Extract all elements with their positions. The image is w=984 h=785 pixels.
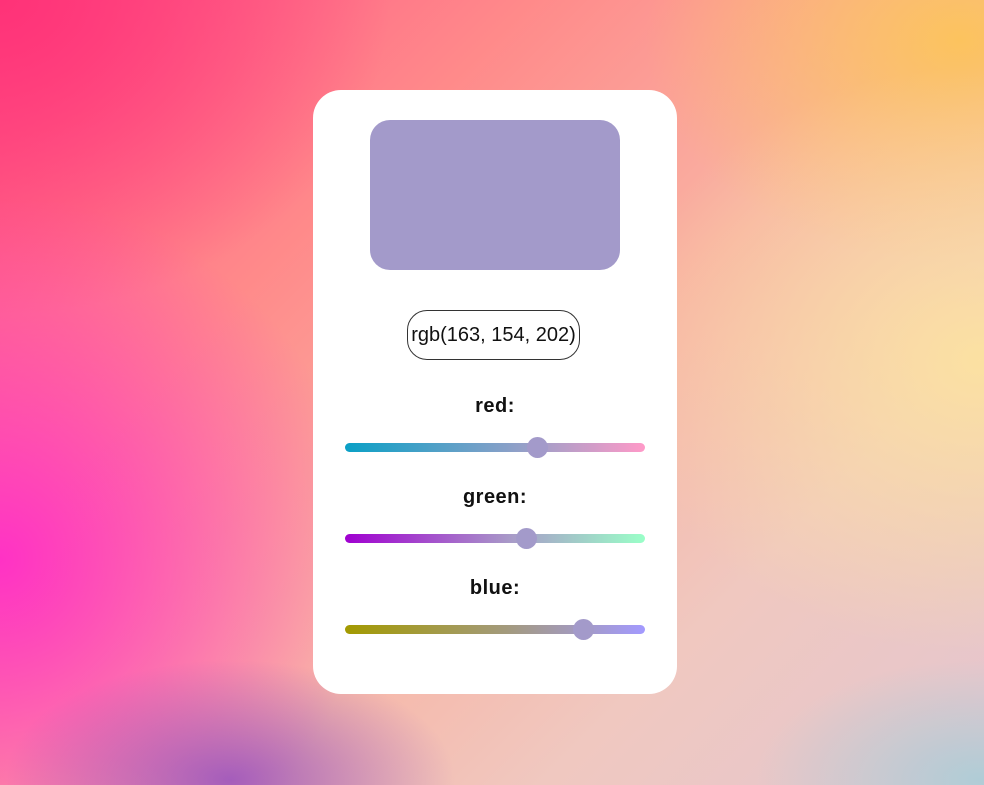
rgb-value-display: rgb(163, 154, 202) xyxy=(407,310,580,360)
red-label: red: xyxy=(475,395,515,417)
color-picker-card: rgb(163, 154, 202) red: green: blue: xyxy=(313,90,677,694)
color-preview-swatch xyxy=(370,120,620,270)
rgb-value-text: rgb(163, 154, 202) xyxy=(411,323,576,346)
blue-slider-track[interactable] xyxy=(345,625,645,634)
green-label: green: xyxy=(462,486,528,508)
blue-slider-thumb[interactable] xyxy=(572,619,594,640)
green-slider-track[interactable] xyxy=(345,534,645,543)
green-slider[interactable] xyxy=(345,528,645,549)
blue-label: blue: xyxy=(469,577,521,599)
red-slider[interactable] xyxy=(345,437,645,458)
red-slider-track[interactable] xyxy=(345,443,645,452)
blue-slider[interactable] xyxy=(345,619,645,640)
red-slider-thumb[interactable] xyxy=(526,437,548,458)
green-slider-thumb[interactable] xyxy=(516,528,538,549)
